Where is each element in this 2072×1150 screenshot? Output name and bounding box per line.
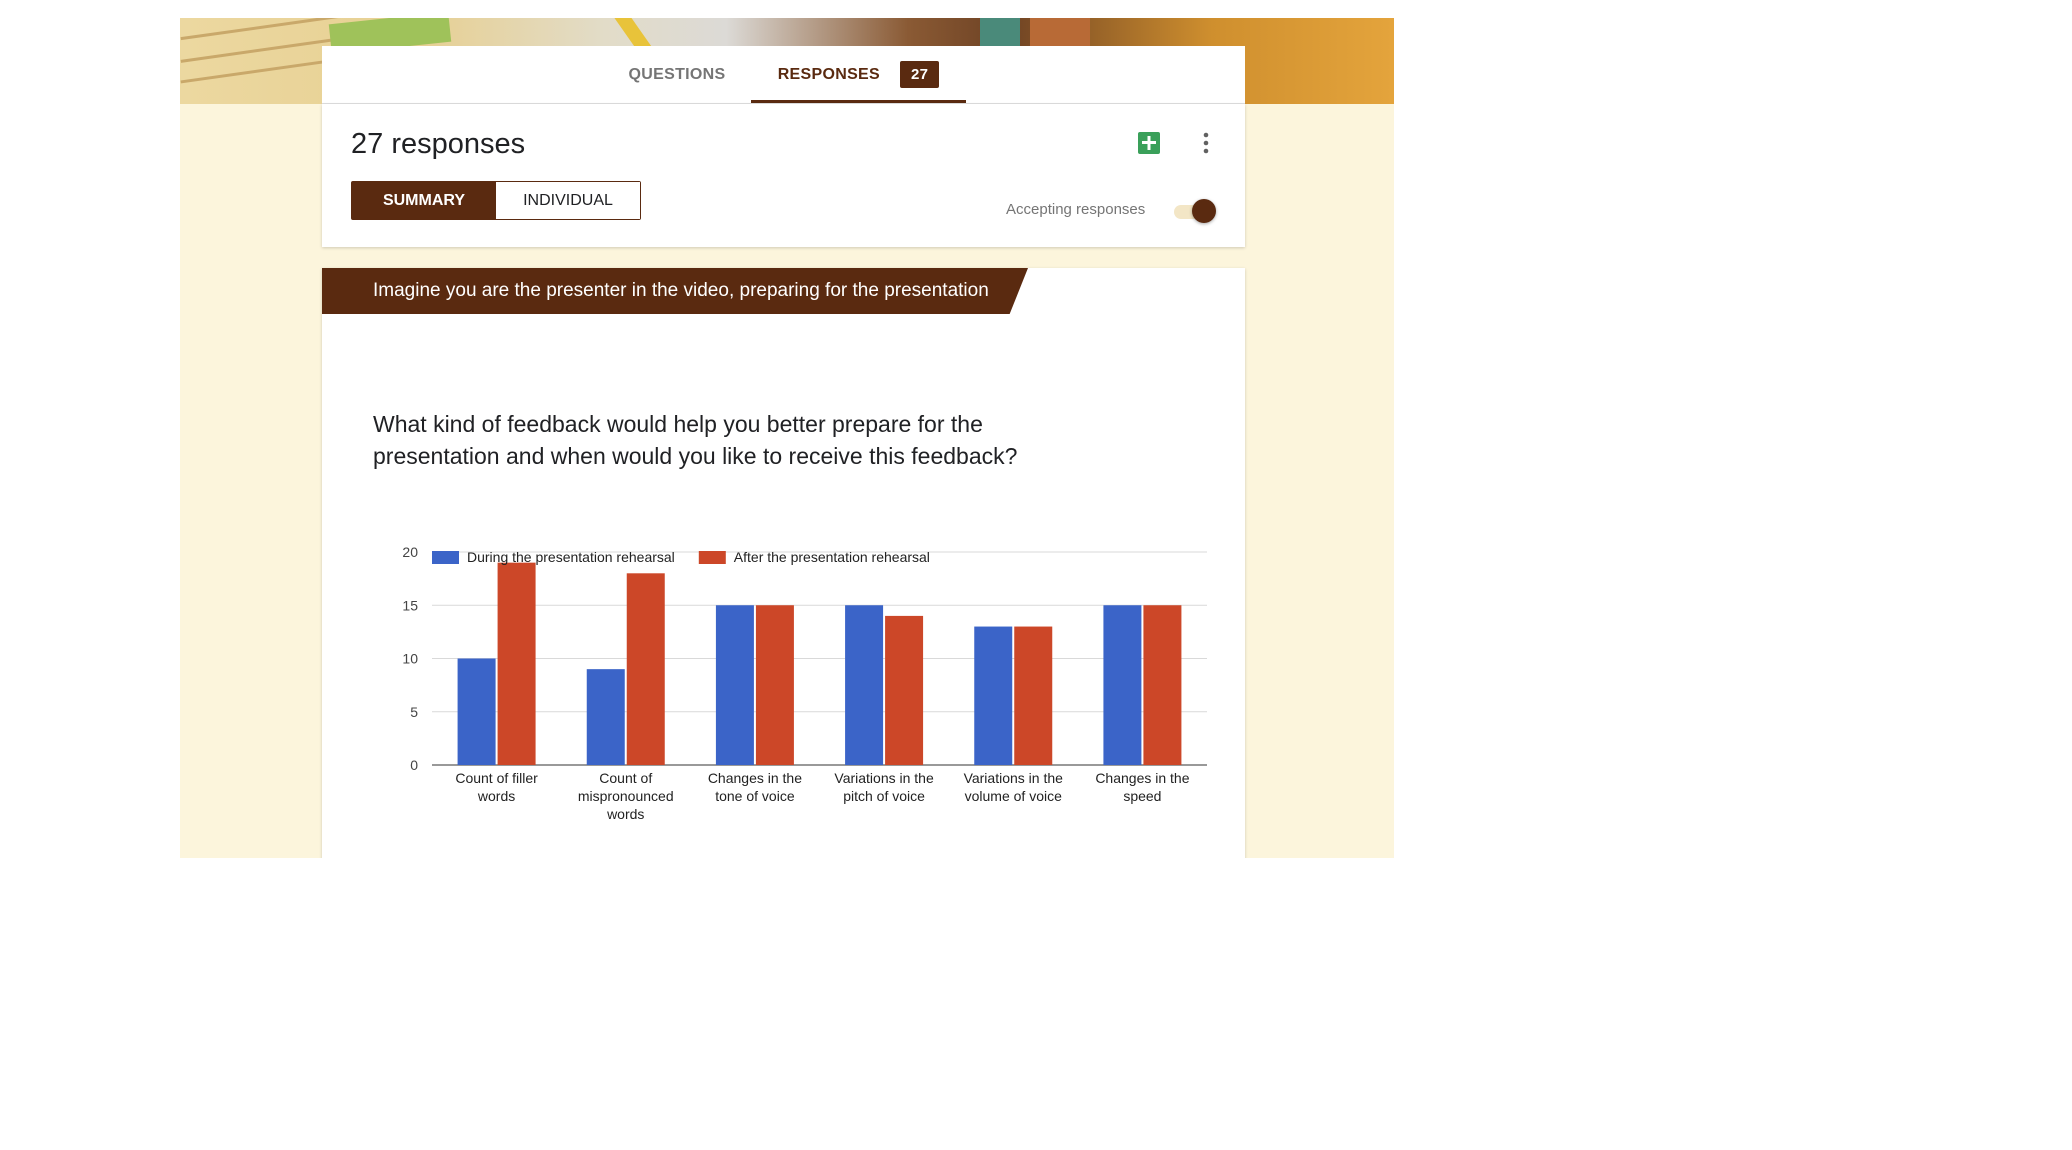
responses-summary-card: 27 responses SUMMARY INDIVIDUAL Acceptin… — [322, 104, 1245, 247]
x-tick-label: words — [606, 806, 644, 822]
responses-count-badge: 27 — [900, 61, 940, 88]
bar — [1014, 626, 1053, 765]
bar — [626, 573, 665, 765]
bar — [885, 615, 924, 765]
x-tick-label: pitch of voice — [843, 788, 925, 804]
legend-label: After the presentation rehearsal — [734, 549, 930, 565]
bar — [715, 605, 754, 765]
bar — [457, 658, 496, 765]
tab-responses[interactable]: RESPONSES 27 — [751, 46, 966, 103]
section-title: Imagine you are the presenter in the vid… — [373, 280, 989, 301]
question-title: What kind of feedback would help you bet… — [373, 411, 1018, 469]
active-tab-indicator — [751, 100, 966, 103]
y-tick-label: 20 — [402, 544, 418, 560]
legend-swatch — [698, 551, 726, 564]
bar — [586, 669, 625, 765]
bar — [1143, 605, 1182, 765]
bar — [755, 605, 794, 765]
summary-button[interactable]: SUMMARY — [352, 182, 496, 219]
bar — [974, 626, 1013, 765]
more-vert-icon[interactable] — [1198, 130, 1214, 156]
tab-questions-label: QUESTIONS — [628, 65, 726, 83]
y-tick-label: 5 — [410, 704, 418, 720]
accepting-responses-toggle[interactable] — [1170, 197, 1218, 225]
x-tick-label: Changes in the — [708, 770, 802, 786]
tab-questions[interactable]: QUESTIONS — [608, 46, 746, 103]
section-card: Imagine you are the presenter in the vid… — [322, 268, 1245, 858]
x-tick-label: Count of — [599, 770, 652, 786]
responses-count-title: 27 responses — [351, 128, 526, 160]
y-tick-label: 0 — [410, 757, 418, 773]
x-tick-label: Changes in the — [1095, 770, 1189, 786]
legend-swatch — [432, 551, 459, 564]
x-tick-label: speed — [1123, 788, 1161, 804]
x-tick-label: Count of filler — [455, 770, 538, 786]
x-tick-label: volume of voice — [965, 788, 1062, 804]
y-tick-label: 15 — [402, 597, 418, 613]
x-tick-label: tone of voice — [715, 788, 795, 804]
x-tick-label: Variations in the — [834, 770, 934, 786]
sheets-icon[interactable] — [1138, 132, 1160, 154]
x-tick-label: Variations in the — [964, 770, 1064, 786]
individual-button[interactable]: INDIVIDUAL — [496, 182, 640, 219]
accepting-responses-label: Accepting responses — [1006, 201, 1146, 218]
tab-responses-label: RESPONSES — [777, 65, 880, 83]
x-tick-label: words — [477, 788, 515, 804]
y-tick-label: 10 — [402, 651, 418, 667]
tabs-bar: QUESTIONS RESPONSES 27 — [322, 46, 1245, 104]
bar — [845, 605, 884, 765]
bar — [1103, 605, 1142, 765]
x-tick-label: mispronounced — [578, 788, 674, 804]
toggle-thumb — [1192, 199, 1216, 223]
view-toggle: SUMMARY INDIVIDUAL — [351, 181, 641, 220]
legend-label: During the presentation rehearsal — [467, 549, 675, 565]
bar — [497, 562, 536, 765]
form-frame: QUESTIONS RESPONSES 27 27 responses SUMM… — [180, 18, 1394, 858]
responses-bar-chart: 0 5 10 15 20 Count of filler words Count of misp… — [402, 544, 1207, 822]
